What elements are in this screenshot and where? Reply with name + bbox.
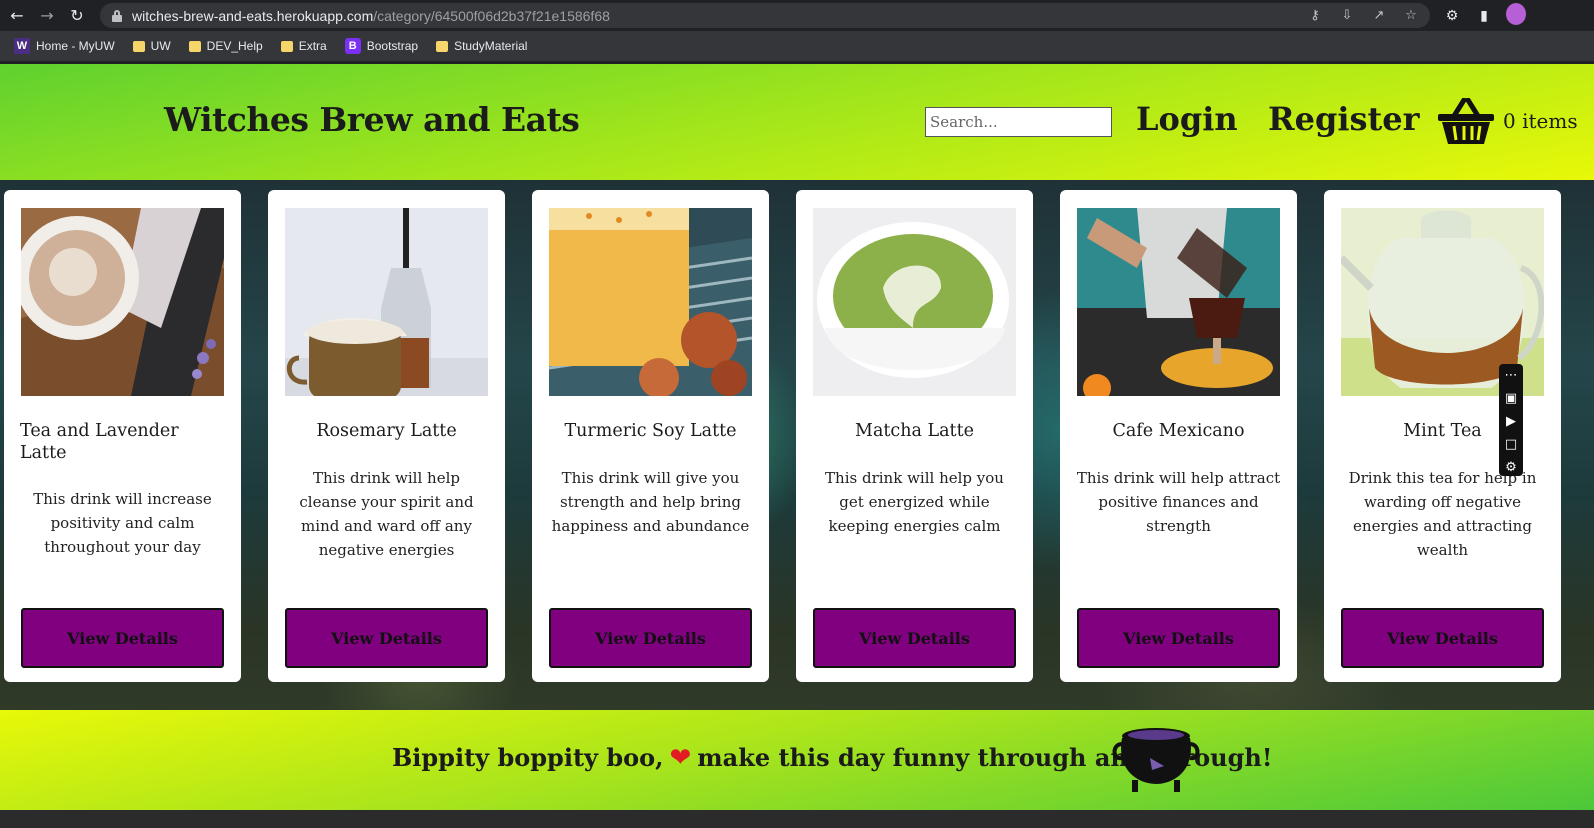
bootstrap-b-icon: B [344, 38, 361, 54]
product-image-cafe-mexicano [1077, 208, 1280, 396]
view-details-button[interactable]: View Details [813, 608, 1016, 668]
lock-icon[interactable] [112, 9, 122, 22]
floating-capture-toolbar: ⋯ ▣ ▶ □ ⚙ [1499, 364, 1523, 476]
product-card: Mint Tea Drink this tea for help in ward… [1324, 190, 1561, 682]
page: Witches Brew and Eats Login Register 0 i… [0, 64, 1594, 828]
heart-icon: ❤ [669, 743, 692, 773]
product-card: Rosemary Latte This drink will help clea… [268, 190, 505, 682]
register-link[interactable]: Register [1268, 100, 1420, 138]
folder-icon [132, 40, 145, 52]
product-card: Turmeric Soy Latte This drink will give … [532, 190, 769, 682]
view-details-button[interactable]: View Details [21, 608, 224, 668]
side-panel-icon[interactable]: ▮ [1474, 8, 1494, 24]
window-icon[interactable]: □ [1505, 436, 1517, 453]
bookmark-label: UW [150, 39, 171, 53]
bookmark-studymaterial[interactable]: StudyMaterial [428, 34, 535, 58]
star-icon[interactable]: ☆ [1402, 8, 1420, 23]
product-description: This drink will help cleanse your spirit… [299, 469, 474, 559]
more-icon[interactable]: ⋯ [1505, 367, 1518, 384]
site-navbar: Witches Brew and Eats Login Register 0 i… [0, 64, 1594, 180]
view-details-button[interactable]: View Details [1341, 608, 1544, 668]
forward-arrow-icon[interactable]: → [32, 1, 62, 31]
cart-count[interactable]: 0 items [1503, 109, 1578, 133]
product-description: This drink will give you strength and he… [551, 469, 750, 535]
folder-icon [188, 40, 201, 52]
address-bar[interactable]: witches-brew-and-eats.herokuapp.com/cate… [100, 3, 1430, 28]
url-path: /category/64500f06d2b37f21e1586f68 [373, 7, 610, 24]
bookmark-label: StudyMaterial [454, 39, 528, 53]
footer-text-before: Bippity boppity boo, [392, 743, 664, 772]
search-input[interactable] [925, 107, 1112, 137]
product-image-matcha-latte [813, 208, 1016, 396]
bookmark-dev-help[interactable]: DEV_Help [181, 34, 271, 58]
share-icon[interactable]: ↗ [1370, 8, 1388, 23]
cauldron-icon [1112, 728, 1200, 792]
product-title: Tea and Lavender Latte [20, 421, 179, 463]
settings-gear-icon[interactable]: ⚙ [1505, 459, 1517, 476]
product-title: Turmeric Soy Latte [564, 421, 737, 441]
product-card: Tea and Lavender Latte This drink will i… [4, 190, 241, 682]
product-card: Cafe Mexicano This drink will help attra… [1060, 190, 1297, 682]
site-footer: Bippity boppity boo, ❤ make this day funny… [0, 710, 1594, 810]
profile-avatar[interactable] [1506, 2, 1526, 29]
bookmark-label: Home - MyUW [36, 39, 115, 53]
bookmark-extra[interactable]: Extra [273, 34, 335, 58]
view-details-button[interactable]: View Details [1077, 608, 1280, 668]
bookmark-bootstrap[interactable]: B Bootstrap [337, 34, 426, 58]
bookmark-label: DEV_Help [206, 39, 263, 53]
camera-icon[interactable]: ▣ [1505, 390, 1517, 407]
view-details-button[interactable]: View Details [549, 608, 752, 668]
bookmark-label: Extra [298, 39, 327, 53]
product-description: Drink this tea for help in warding off n… [1348, 469, 1537, 559]
url-host: witches-brew-and-eats.herokuapp.com [132, 7, 374, 24]
bookmark-home-myuw[interactable]: W Home - MyUW [6, 34, 123, 58]
page-bottom-edge [0, 810, 1594, 828]
folder-icon [436, 40, 449, 52]
login-link[interactable]: Login [1136, 100, 1238, 138]
key-icon[interactable]: ⚷ [1306, 8, 1324, 23]
folder-icon [280, 40, 293, 52]
browser-toolbar: ← → ↻ witches-brew-and-eats.herokuapp.co… [0, 0, 1594, 31]
product-image-rosemary-latte [285, 208, 488, 396]
video-camera-icon[interactable]: ▶ [1506, 413, 1516, 430]
reload-icon[interactable]: ↻ [62, 1, 92, 31]
product-card: Matcha Latte This drink will help you ge… [796, 190, 1033, 682]
product-title: Rosemary Latte [316, 421, 457, 441]
product-description: This drink will help attract positive fi… [1076, 469, 1281, 535]
bookmark-label: Bootstrap [366, 39, 419, 53]
bookmarks-bar: W Home - MyUW UW DEV_Help Extra B Bootstra… [0, 31, 1594, 61]
myuw-w-icon: W [14, 38, 30, 54]
product-title: Matcha Latte [855, 421, 974, 441]
product-image-tea-lavender-latte [21, 208, 224, 396]
product-image-turmeric-soy-latte [549, 208, 752, 396]
extensions-puzzle-icon[interactable]: ⚙ [1442, 8, 1462, 24]
site-brand[interactable]: Witches Brew and Eats [164, 100, 580, 139]
back-arrow-icon[interactable]: ← [2, 1, 32, 31]
install-icon[interactable]: ⇩ [1338, 8, 1356, 23]
product-title: Cafe Mexicano [1112, 421, 1245, 441]
product-description: This drink will help you get energized w… [825, 469, 1004, 535]
basket-icon[interactable] [1438, 98, 1494, 144]
view-details-button[interactable]: View Details [285, 608, 488, 668]
bookmark-uw[interactable]: UW [125, 34, 179, 58]
product-description: This drink will increase positivity and … [33, 490, 212, 556]
